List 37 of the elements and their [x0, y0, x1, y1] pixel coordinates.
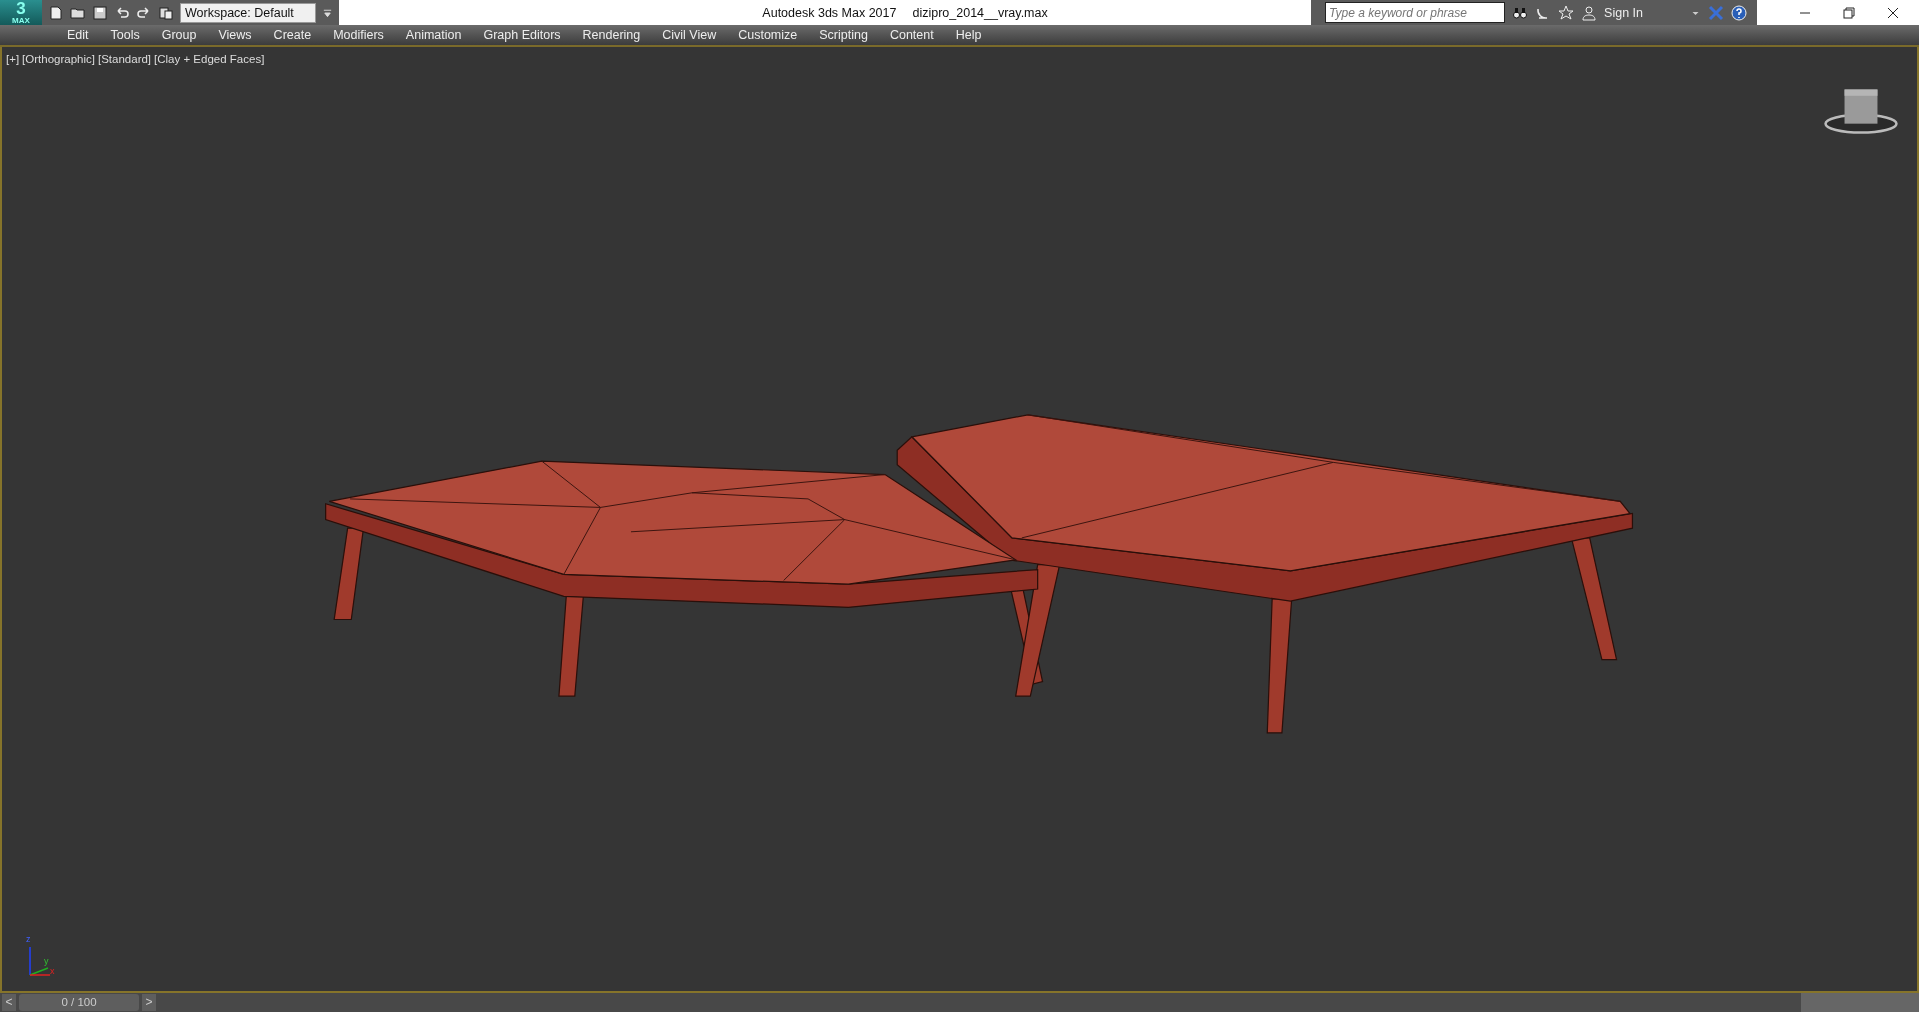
menu-item[interactable]: Customize	[727, 28, 809, 42]
restore-icon[interactable]	[1841, 4, 1857, 21]
viewport-label[interactable]: [+]	[6, 53, 20, 65]
viewport-label[interactable]: [Orthographic]	[22, 53, 95, 65]
menu-item[interactable]: Modifiers	[322, 28, 395, 42]
help-icon[interactable]	[1731, 4, 1747, 21]
viewport-label[interactable]: [Standard]	[98, 53, 152, 65]
menu-item[interactable]: Group	[150, 28, 208, 42]
axis-tripod-drawing: z y x	[26, 937, 56, 977]
user-icon[interactable]	[1581, 4, 1598, 21]
workspace-dropdown[interactable]: Workspace: Default	[180, 2, 316, 23]
viewport[interactable]: [+] [Orthographic] [Standard] [Clay + Edged Faces] z y x	[0, 47, 1919, 993]
menu-item[interactable]: Create	[262, 28, 323, 42]
menu-item[interactable]: Edit	[56, 28, 100, 42]
app-logo[interactable]: 3 MAX	[0, 0, 42, 25]
menu-item[interactable]: Scripting	[808, 28, 879, 42]
menu-item[interactable]: Civil View	[651, 28, 728, 42]
menu-item[interactable]: Graph Editors	[472, 28, 572, 42]
new-file-icon[interactable]	[48, 4, 64, 21]
viewport-label[interactable]: [Clay + Edged Faces]	[154, 53, 265, 65]
file-name: dizipro_2014__vray.max	[912, 5, 1048, 20]
previous-frame-button[interactable]: <	[2, 994, 16, 1011]
app-title: Autodesk 3ds Max 2017	[762, 5, 897, 20]
menu-item[interactable]: Tools	[99, 28, 151, 42]
menu-item[interactable]: Content	[878, 28, 945, 42]
redo-icon[interactable]	[136, 4, 152, 21]
save-icon[interactable]	[92, 4, 108, 21]
menu-item[interactable]: Rendering	[571, 28, 652, 42]
sign-in-link[interactable]: Sign In	[1604, 5, 1643, 20]
frame-counter[interactable]: 0 / 100	[19, 994, 139, 1011]
star-icon[interactable]	[1558, 4, 1575, 21]
next-frame-button[interactable]: >	[142, 994, 156, 1011]
menu-item[interactable]: Animation	[394, 28, 473, 42]
menu-item[interactable]: Views	[207, 28, 263, 42]
menu-item[interactable]: Help	[944, 28, 993, 42]
undo-icon[interactable]	[114, 4, 130, 21]
search-field[interactable]: Type a keyword or phrase	[1325, 2, 1506, 23]
